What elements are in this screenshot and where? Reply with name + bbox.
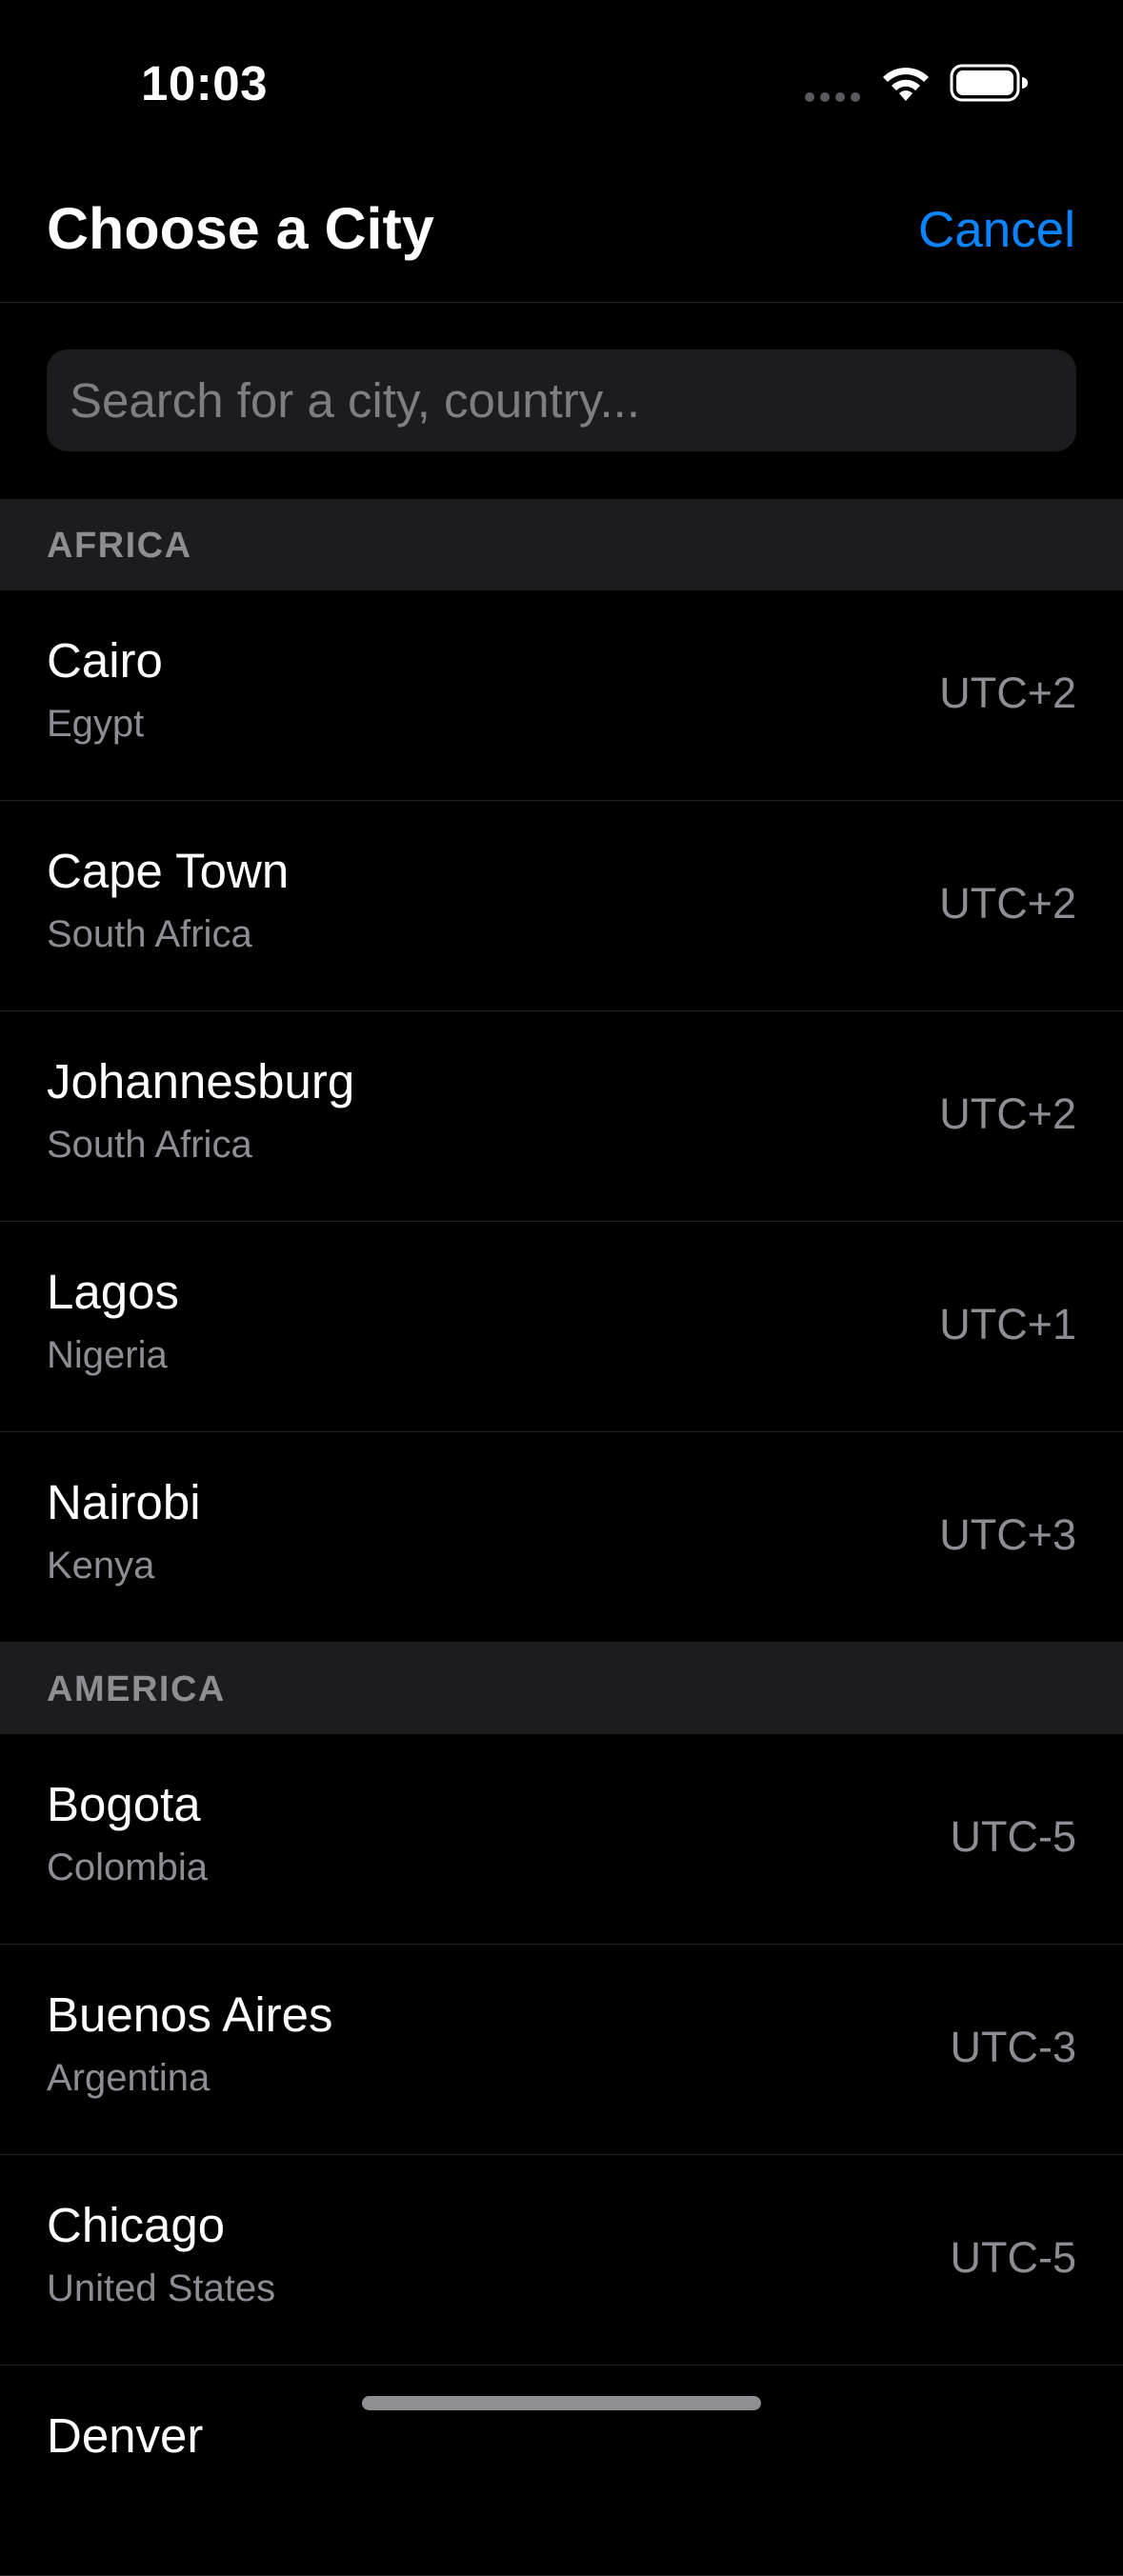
status-bar: 10:03 — [0, 0, 1123, 167]
city-name: Lagos — [47, 1265, 179, 1319]
search-input[interactable] — [47, 349, 1076, 451]
city-name: Cape Town — [47, 844, 290, 898]
city-row-buenos-aires[interactable]: Buenos Aires Argentina UTC-3 — [0, 1945, 1123, 2155]
country-name: Kenya — [47, 1545, 155, 1587]
city-row-bogota[interactable]: Bogota Colombia UTC-5 — [0, 1734, 1123, 1945]
utc-offset: UTC+2 — [939, 1089, 1076, 1138]
city-name: Buenos Aires — [47, 1987, 333, 2042]
city-row-johannesburg[interactable]: Johannesburg South Africa UTC+2 — [0, 1011, 1123, 1222]
utc-offset: UTC-5 — [950, 1812, 1077, 1861]
city-row-cape-town[interactable]: Cape Town South Africa UTC+2 — [0, 801, 1123, 1011]
country-name: Argentina — [47, 2057, 211, 2099]
section-header-africa: AFRICA — [0, 499, 1123, 590]
utc-offset: UTC+1 — [939, 1300, 1076, 1348]
cancel-button[interactable]: Cancel — [918, 188, 1075, 273]
city-row-lagos[interactable]: Lagos Nigeria UTC+1 — [0, 1222, 1123, 1432]
country-name: South Africa — [47, 1124, 252, 1166]
country-name: South Africa — [47, 913, 252, 955]
city-name: Nairobi — [47, 1475, 201, 1529]
city-row-cairo[interactable]: Cairo Egypt UTC+2 — [0, 590, 1123, 801]
search-container — [0, 303, 1123, 499]
utc-offset: UTC+2 — [939, 879, 1076, 928]
utc-offset: UTC-3 — [950, 2023, 1077, 2071]
cellular-signal-dots-icon — [805, 92, 860, 102]
status-time: 10:03 — [141, 56, 268, 110]
section-header-america: AMERICA — [0, 1643, 1123, 1734]
section-header-label: AFRICA — [47, 526, 192, 566]
wifi-icon — [883, 68, 929, 101]
city-name: Bogota — [47, 1777, 201, 1831]
section-header-label: AMERICA — [47, 1669, 226, 1709]
city-row-chicago[interactable]: Chicago United States UTC-5 — [0, 2155, 1123, 2366]
country-name: Colombia — [47, 1847, 208, 1888]
city-name: Denver — [47, 2408, 204, 2463]
country-name: Egypt — [47, 703, 145, 745]
city-list: AFRICA Cairo Egypt UTC+2 Cape Town South… — [0, 499, 1123, 2576]
city-name: Chicago — [47, 2198, 226, 2252]
utc-offset: UTC+3 — [939, 1510, 1076, 1559]
city-name: Cairo — [47, 633, 163, 688]
home-indicator[interactable] — [362, 2396, 761, 2410]
city-row-nairobi[interactable]: Nairobi Kenya UTC+3 — [0, 1432, 1123, 1643]
utc-offset: UTC-5 — [950, 2233, 1077, 2282]
battery-icon — [950, 64, 1028, 102]
city-name: Johannesburg — [47, 1054, 355, 1108]
utc-offset: UTC+2 — [939, 669, 1076, 717]
country-name: United States — [47, 2267, 276, 2309]
navigation-bar: Choose a City Cancel — [0, 167, 1123, 303]
page-title: Choose a City — [47, 196, 434, 261]
country-name: Nigeria — [47, 1334, 168, 1376]
